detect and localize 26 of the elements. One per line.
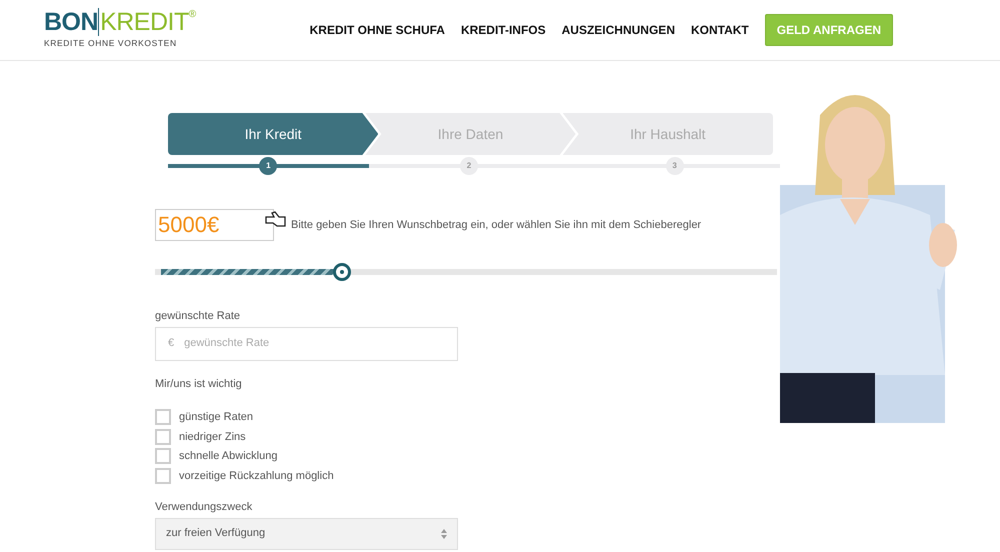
field-label: Verwendungszweck bbox=[155, 500, 254, 515]
step-number: 3 bbox=[666, 157, 684, 175]
purpose-select[interactable]: zur freien Verfügung bbox=[155, 518, 458, 550]
checkbox-label: günstige Raten bbox=[179, 410, 253, 425]
checkbox[interactable] bbox=[155, 468, 171, 484]
slider-handle[interactable] bbox=[332, 263, 351, 281]
checkbox[interactable] bbox=[155, 409, 171, 426]
field-label: gewünschte Rate bbox=[155, 309, 241, 324]
field-label: Mir/uns ist wichtig bbox=[155, 376, 243, 392]
checkbox-label: schnelle Abwicklung bbox=[179, 449, 278, 464]
logo-tagline: KREDITE OHNE VORKOSTEN bbox=[44, 37, 178, 50]
step-tab[interactable]: Ihr Kredit bbox=[168, 113, 378, 155]
nav-link[interactable]: KONTAKT bbox=[690, 21, 749, 39]
step-number: 1 bbox=[259, 157, 278, 175]
pointing-hand-icon bbox=[265, 211, 287, 229]
sort-arrows-icon bbox=[441, 528, 447, 540]
amount-hint: Bitte geben Sie Ihren Wunschbetrag ein, oder wählen Sie ihn mit dem Schieberegler bbox=[291, 218, 702, 233]
nav-link[interactable]: KREDIT-INFOS bbox=[460, 21, 546, 39]
nav-link[interactable]: AUSZEICHNUNGEN bbox=[562, 21, 675, 39]
checkbox-label: vorzeitige Rückzahlung möglich bbox=[179, 468, 334, 484]
nav-link[interactable]: KREDIT OHNE SCHUFA bbox=[310, 21, 445, 39]
checkbox[interactable] bbox=[155, 428, 171, 445]
logo-wordmark[interactable]: BONKREDIT® bbox=[44, 10, 196, 36]
checkbox-label: niedriger Zins bbox=[179, 430, 246, 444]
checkbox[interactable] bbox=[155, 448, 171, 464]
step-number: 2 bbox=[460, 157, 478, 175]
